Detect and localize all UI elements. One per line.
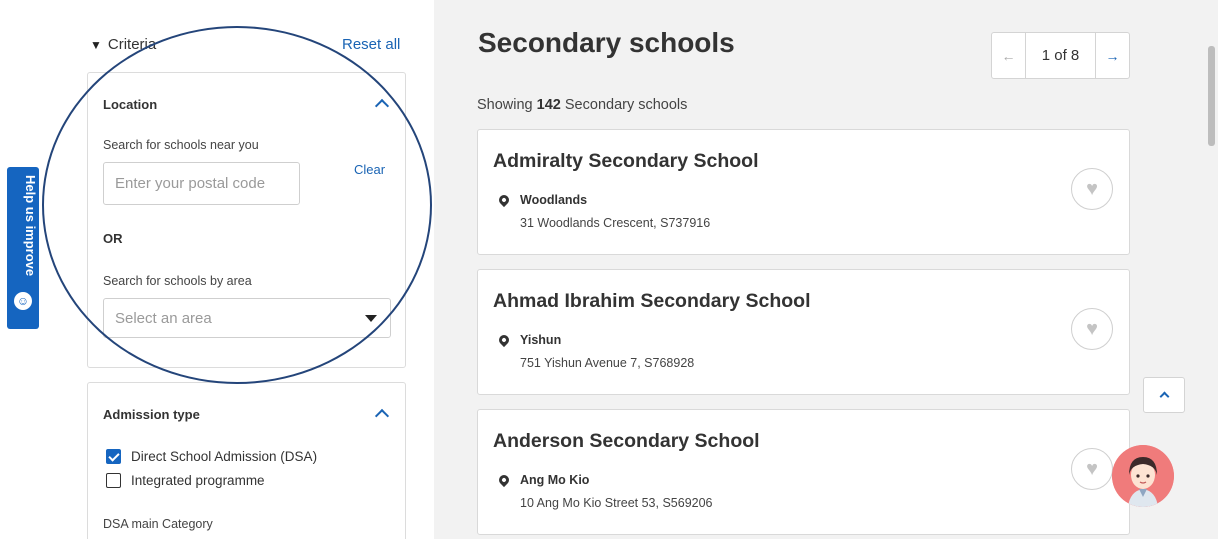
chevron-up-icon: [1159, 391, 1169, 402]
dsa-category-label: DSA main Category: [103, 517, 213, 531]
school-address: 751 Yishun Avenue 7, S768928: [520, 356, 695, 370]
caret-down-icon: [365, 315, 377, 322]
results-count-number: 142: [536, 97, 561, 113]
school-area: Woodlands: [520, 193, 588, 207]
filter-panel: Help us improve ☺ ▼ Criteria Reset all Lo…: [0, 0, 434, 539]
smiley-icon: ☺: [14, 292, 32, 310]
chat-assistant-avatar[interactable]: [1112, 445, 1174, 507]
school-address: 31 Woodlands Crescent, S737916: [520, 216, 711, 230]
postal-code-input[interactable]: [103, 162, 300, 205]
school-card[interactable]: Admiralty Secondary School Woodlands 31 …: [477, 129, 1130, 255]
prev-page-arrow-icon[interactable]: ←: [992, 33, 1026, 78]
help-us-improve-label: Help us improve: [23, 175, 38, 277]
dsa-checkbox-row[interactable]: Direct School Admission (DSA): [106, 449, 317, 464]
or-label: OR: [103, 231, 123, 246]
collapse-location-chevron-icon[interactable]: [374, 98, 390, 114]
criteria-label: Criteria: [107, 36, 157, 53]
location-pin-icon: [496, 332, 512, 348]
school-area: Ang Mo Kio: [520, 473, 590, 487]
page-scrollbar[interactable]: [1204, 0, 1218, 539]
funnel-icon: ▼: [90, 38, 102, 52]
location-title: Location: [103, 97, 158, 112]
integrated-programme-checkbox[interactable]: [106, 473, 121, 488]
favourite-heart-icon[interactable]: ♥: [1071, 448, 1113, 490]
showing-suffix: Secondary schools: [564, 97, 688, 113]
school-area: Yishun: [520, 333, 562, 347]
help-us-improve-tab[interactable]: Help us improve ☺: [7, 167, 39, 329]
dsa-label: Direct School Admission (DSA): [131, 449, 318, 464]
school-name[interactable]: Ahmad Ibrahim Secondary School: [493, 290, 810, 313]
pagination: ← 1 of 8 →: [991, 32, 1130, 79]
by-area-label: Search for schools by area: [103, 274, 252, 288]
school-card[interactable]: Ahmad Ibrahim Secondary School Yishun 75…: [477, 269, 1130, 395]
results-panel: Secondary schools ← 1 of 8 → Showing 142…: [434, 0, 1218, 539]
area-select-placeholder: Select an area: [115, 310, 212, 327]
location-filter-card: Location Search for schools near you Cle…: [87, 72, 406, 368]
integrated-programme-checkbox-row[interactable]: Integrated programme: [106, 473, 265, 488]
clear-postal-link[interactable]: Clear: [354, 162, 385, 177]
page-title: Secondary schools: [478, 27, 735, 58]
page-indicator: 1 of 8: [1041, 47, 1080, 64]
scrollbar-thumb[interactable]: [1208, 46, 1215, 146]
reset-all-link[interactable]: Reset all: [342, 36, 400, 53]
school-name[interactable]: Anderson Secondary School: [493, 430, 760, 453]
near-you-label: Search for schools near you: [103, 138, 259, 152]
favourite-heart-icon[interactable]: ♥: [1071, 168, 1113, 210]
admission-filter-card: Admission type Direct School Admission (…: [87, 382, 406, 539]
collapse-admission-chevron-icon[interactable]: [374, 408, 390, 424]
admission-title: Admission type: [103, 407, 200, 422]
scroll-to-top-button[interactable]: [1143, 377, 1185, 413]
dsa-checkbox[interactable]: [106, 449, 121, 464]
location-pin-icon: [496, 192, 512, 208]
school-card[interactable]: Anderson Secondary School Ang Mo Kio 10 …: [477, 409, 1130, 535]
location-pin-icon: [496, 472, 512, 488]
next-page-arrow-icon[interactable]: →: [1095, 33, 1129, 78]
results-count: Showing 142 Secondary schools: [477, 97, 687, 113]
integrated-programme-label: Integrated programme: [131, 473, 265, 488]
area-select[interactable]: Select an area: [103, 298, 391, 338]
school-name[interactable]: Admiralty Secondary School: [493, 150, 759, 173]
school-address: 10 Ang Mo Kio Street 53, S569206: [520, 496, 713, 510]
assistant-face-icon: [1112, 445, 1174, 507]
showing-prefix: Showing: [477, 97, 533, 113]
criteria-heading: ▼ Criteria: [90, 36, 156, 53]
favourite-heart-icon[interactable]: ♥: [1071, 308, 1113, 350]
